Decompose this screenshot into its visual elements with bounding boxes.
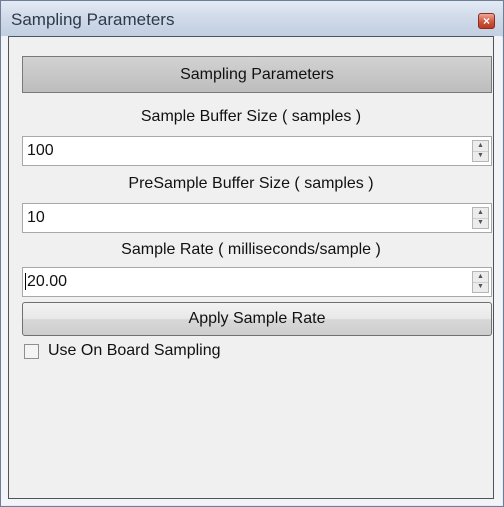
presample-buffer-label: PreSample Buffer Size ( samples ) — [128, 175, 374, 192]
presample-buffer-value[interactable]: 10 — [27, 209, 45, 227]
title-bar[interactable]: Sampling Parameters × — [1, 1, 503, 37]
spin-down-icon[interactable]: ▼ — [473, 218, 488, 228]
spin-down-icon[interactable]: ▼ — [473, 151, 488, 161]
sample-rate-stepper[interactable]: 20.00 ▲ ▼ — [22, 267, 492, 297]
window-frame-bottom — [1, 499, 502, 505]
panel-header: Sampling Parameters — [22, 56, 492, 93]
presample-buffer-stepper[interactable]: 10 ▲ ▼ — [22, 203, 492, 233]
sample-rate-label: Sample Rate ( milliseconds/sample ) — [121, 241, 381, 258]
sample-buffer-stepper[interactable]: 100 ▲ ▼ — [22, 136, 492, 166]
sample-buffer-value[interactable]: 100 — [27, 142, 54, 160]
onboard-sampling-label[interactable]: Use On Board Sampling — [48, 342, 221, 360]
text-caret — [25, 273, 26, 290]
sample-rate-spinner[interactable]: ▲ ▼ — [472, 271, 489, 293]
close-icon[interactable]: × — [478, 13, 495, 29]
sample-rate-value[interactable]: 20.00 — [27, 273, 67, 291]
window-frame-right — [494, 36, 502, 499]
apply-sample-rate-button[interactable]: Apply Sample Rate — [22, 302, 492, 336]
sample-buffer-label: Sample Buffer Size ( samples ) — [140, 108, 362, 125]
window-frame-left — [1, 36, 8, 499]
presample-buffer-spinner[interactable]: ▲ ▼ — [472, 207, 489, 229]
onboard-sampling-checkbox[interactable] — [24, 344, 39, 359]
spin-down-icon[interactable]: ▼ — [473, 282, 488, 292]
sample-buffer-spinner[interactable]: ▲ ▼ — [472, 140, 489, 162]
window-title: Sampling Parameters — [11, 10, 175, 29]
